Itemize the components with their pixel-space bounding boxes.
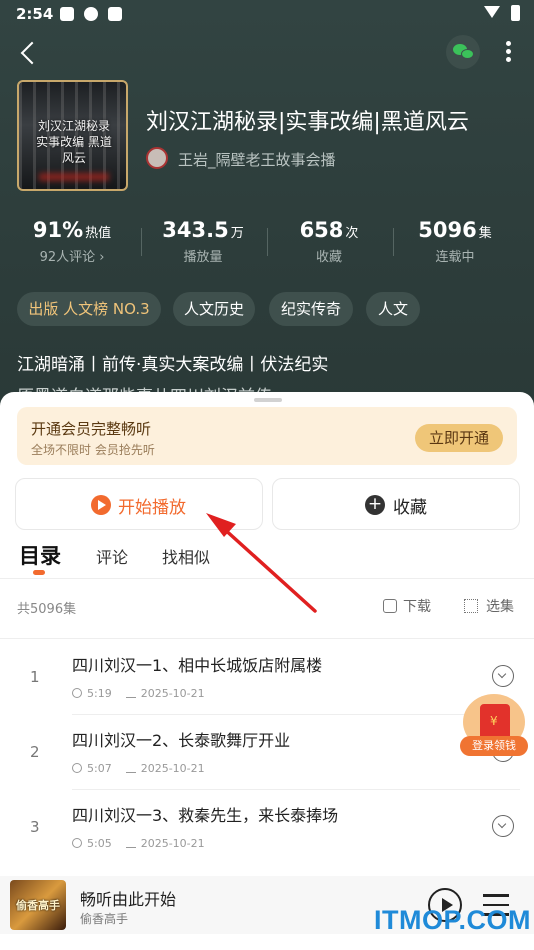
- episode-title: 四川刘汉一3、救秦先生，来长泰捧场: [72, 806, 339, 825]
- episodes-unit: 集: [478, 226, 492, 241]
- author-avatar[interactable]: [146, 147, 168, 169]
- stat-episodes: 5096 集 连载中: [400, 218, 510, 265]
- download-icon: [383, 599, 397, 613]
- stat-plays: 343.5 万 播放量: [148, 218, 258, 265]
- upload-icon: [125, 838, 136, 848]
- episode-date: 2025-10-21: [140, 687, 205, 700]
- reviews-link[interactable]: 92人评论 ›: [17, 246, 127, 265]
- vip-open-button[interactable]: 立即开通: [415, 424, 503, 452]
- plays-unit: 万: [230, 226, 244, 241]
- status-time: 2:54: [16, 5, 54, 23]
- red-envelope-icon: [480, 704, 510, 740]
- episode-title: 四川刘汉一1、相中长城饭店附属楼: [72, 656, 323, 675]
- tag-item[interactable]: 纪实传奇: [269, 292, 353, 326]
- tag-item[interactable]: 人文: [366, 292, 420, 326]
- clock-icon: [72, 763, 82, 773]
- top-nav: [0, 32, 534, 76]
- back-button[interactable]: [16, 38, 46, 68]
- stat-heat[interactable]: 91% 热值 92人评论 ›: [17, 218, 127, 265]
- mini-player-cover[interactable]: 偷香高手: [10, 880, 66, 930]
- episode-download-icon[interactable]: [492, 815, 514, 837]
- episode-duration: 5:07: [87, 762, 112, 775]
- vip-subtitle: 全场不限时 会员抢先听: [31, 443, 155, 457]
- grid-icon: [464, 599, 478, 613]
- album-title: 刘汉江湖秘录|实事改编|黑道风云: [146, 110, 469, 135]
- tab-catalog[interactable]: 目录: [19, 540, 61, 570]
- album-description: 江湖暗涌丨前传·真实大案改编丨伏法纪实: [17, 355, 329, 375]
- start-play-button[interactable]: 开始播放: [15, 478, 263, 530]
- episodes-value: 5096: [418, 218, 477, 242]
- serial-status: 连载中: [435, 250, 475, 265]
- text-notification-icon: [108, 7, 122, 21]
- episode-meta: 5:05 2025-10-21: [72, 837, 205, 850]
- red-packet-label: 登录领钱: [460, 736, 528, 756]
- favorite-button[interactable]: + 收藏: [272, 478, 520, 530]
- vip-banner[interactable]: 开通会员完整畅听 全场不限时 会员抢先听 立即开通: [17, 407, 517, 465]
- episode-date: 2025-10-21: [140, 762, 205, 775]
- upload-icon: [125, 763, 136, 773]
- mini-player-subtitle: 偷香高手: [80, 912, 129, 926]
- favorites-unit: 次: [345, 226, 359, 241]
- vip-title: 开通会员完整畅听: [31, 420, 152, 438]
- tab-similar[interactable]: 找相似: [162, 544, 210, 568]
- episode-index: 1: [30, 668, 40, 686]
- episode-title: 四川刘汉一2、长泰歌舞厅开业: [72, 731, 291, 750]
- episode-download-icon[interactable]: [492, 665, 514, 687]
- tab-indicator: [33, 570, 45, 575]
- favorite-label: 收藏: [393, 498, 427, 518]
- list-item[interactable]: 2 四川刘汉一2、长泰歌舞厅开业 5:07 2025-10-21: [0, 715, 534, 790]
- episode-count: 共5096集: [17, 602, 77, 617]
- favorites-label: 收藏: [315, 250, 342, 265]
- clock-icon: [72, 838, 82, 848]
- status-bar: 2:54: [0, 0, 534, 28]
- stats-row: 91% 热值 92人评论 › 343.5 万 播放量 658 次 收藏 5096 集 连…: [17, 218, 517, 270]
- episode-duration: 5:05: [87, 837, 112, 850]
- album-description-line2: 原黑道白道那些事儿四川刘汉前传: [17, 382, 272, 392]
- author-name[interactable]: 王岩_隔壁老王故事会播: [178, 149, 336, 170]
- episode-date: 2025-10-21: [140, 837, 205, 850]
- plus-icon: +: [365, 495, 385, 515]
- episode-duration: 5:19: [87, 687, 112, 700]
- tab-comments[interactable]: 评论: [96, 544, 128, 568]
- episode-index: 3: [30, 818, 40, 836]
- album-cover: 刘汉江湖秘录 实事改编 黑道风云: [17, 80, 128, 191]
- mini-player-title: 畅听由此开始: [80, 890, 177, 909]
- wechat-share-button[interactable]: [446, 35, 480, 69]
- mini-player-cover-text: 偷香高手: [16, 899, 60, 912]
- list-header: 共5096集 下载 选集: [0, 588, 534, 628]
- select-label: 选集: [486, 599, 514, 615]
- red-packet-widget[interactable]: 登录领钱: [460, 694, 530, 760]
- tag-ranking[interactable]: 出版 人文榜 NO.3: [17, 292, 161, 326]
- cover-title-text: 刘汉江湖秘录 实事改编 黑道风云: [36, 119, 112, 165]
- wifi-icon: [484, 6, 500, 18]
- plays-value: 343.5: [162, 218, 229, 242]
- select-episodes-button[interactable]: 选集: [464, 596, 514, 616]
- download-button[interactable]: 下载: [383, 596, 431, 616]
- battery-icon: [511, 5, 520, 21]
- bottom-sheet: 开通会员完整畅听 全场不限时 会员抢先听 立即开通 开始播放 + 收藏 目录 评…: [0, 392, 534, 950]
- episode-index: 2: [30, 743, 40, 761]
- watermark-text: ITMOP.COM: [374, 905, 532, 935]
- sheet-drag-handle[interactable]: [254, 398, 282, 402]
- notification-icon: [60, 7, 74, 21]
- plays-label: 播放量: [183, 250, 223, 265]
- upload-icon: [125, 688, 136, 698]
- tab-bar: 目录 评论 找相似: [0, 538, 534, 578]
- favorites-value: 658: [299, 218, 344, 242]
- episode-meta: 5:07 2025-10-21: [72, 762, 205, 775]
- start-play-label: 开始播放: [118, 498, 186, 518]
- heat-value: 91%: [32, 218, 84, 242]
- app-notification-icon: [84, 7, 98, 21]
- clock-icon: [72, 688, 82, 698]
- list-item[interactable]: 3 四川刘汉一3、救秦先生，来长泰捧场 5:05 2025-10-21: [0, 790, 534, 865]
- more-menu-button[interactable]: [504, 38, 512, 66]
- list-item[interactable]: 1 四川刘汉一1、相中长城饭店附属楼 5:19 2025-10-21: [0, 640, 534, 715]
- stat-favorites: 658 次 收藏: [274, 218, 384, 265]
- episode-meta: 5:19 2025-10-21: [72, 687, 205, 700]
- download-label: 下载: [403, 599, 431, 615]
- tag-item[interactable]: 人文历史: [173, 292, 255, 326]
- play-icon: [91, 495, 111, 515]
- heat-unit: 热值: [85, 226, 112, 241]
